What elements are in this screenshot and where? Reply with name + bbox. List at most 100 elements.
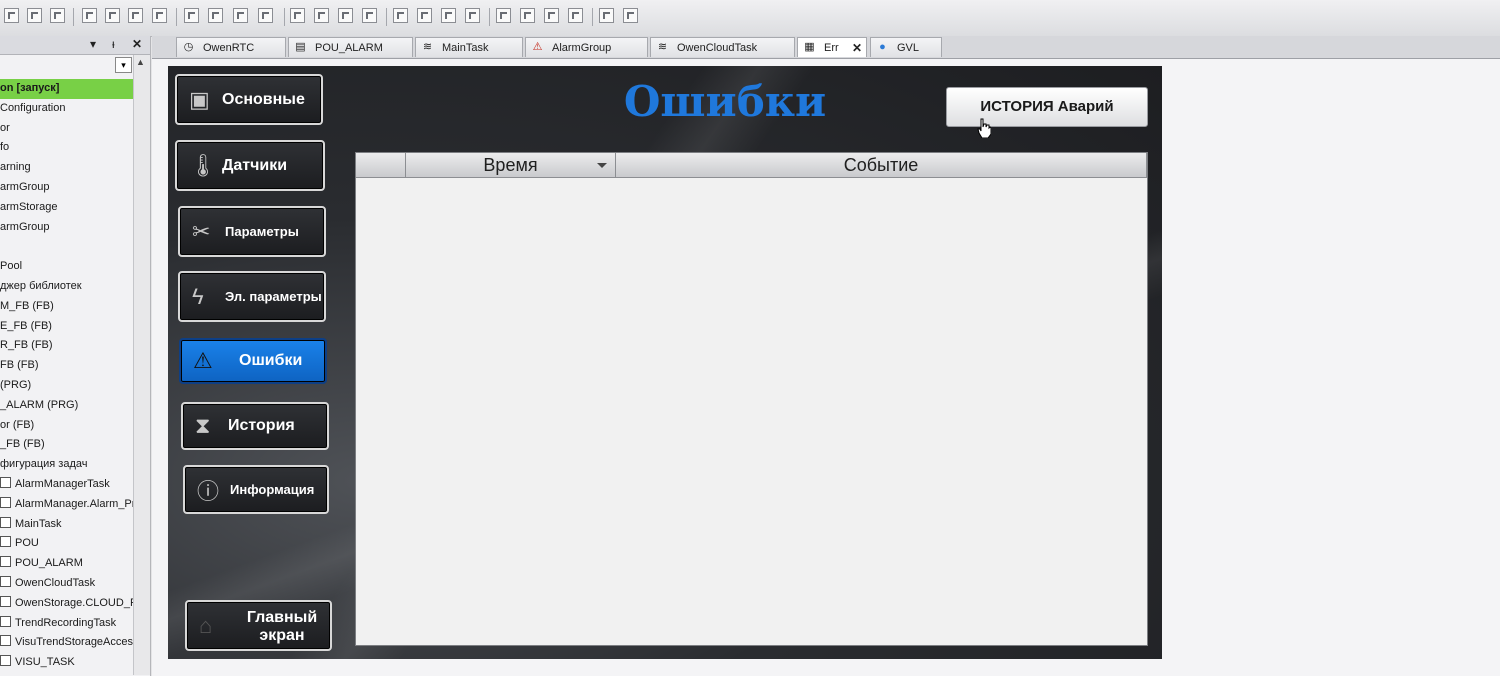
tab-label: OwenCloudTask: [677, 42, 758, 54]
table-header-cell[interactable]: [356, 153, 406, 178]
bring-forward-icon[interactable]: [544, 8, 559, 23]
tree-item[interactable]: E_FB (FB): [0, 317, 133, 337]
align-bottom-icon[interactable]: [128, 8, 143, 23]
align-left-icon[interactable]: [4, 8, 19, 23]
align-middle-icon[interactable]: [105, 8, 120, 23]
tab-owencloudtask[interactable]: ≋ OwenCloudTask: [650, 37, 795, 57]
tree-item[interactable]: or: [0, 119, 133, 139]
tree-item[interactable]: _ALARM (PRG): [0, 396, 133, 416]
tab-maintask[interactable]: ≋ MainTask: [415, 37, 523, 57]
toolbar-separator: [386, 8, 387, 26]
tree-item-label: VisuTrendStorageAccess: [15, 636, 133, 649]
tree-item[interactable]: armGroup: [0, 178, 133, 198]
panel-menu-icon[interactable]: ▾: [90, 37, 96, 51]
tree-item[interactable]: TrendRecordingTask: [0, 614, 133, 634]
tree-item[interactable]: fo: [0, 138, 133, 158]
distribute-v3-icon[interactable]: [338, 8, 353, 23]
same-height-icon[interactable]: [417, 8, 432, 23]
nav-button[interactable]: ✂ Параметры: [178, 206, 326, 257]
home-screen-button[interactable]: ⌂ Главный экран: [185, 600, 332, 651]
distribute-v2-icon[interactable]: [314, 8, 329, 23]
tree-item[interactable]: Pool: [0, 257, 133, 277]
group-icon[interactable]: [152, 8, 167, 23]
tree-item[interactable]: FB (FB): [0, 356, 133, 376]
align-right-icon[interactable]: [50, 8, 65, 23]
panel-scrollbar[interactable]: ▲: [133, 55, 150, 675]
tree-item[interactable]: arning: [0, 158, 133, 178]
tree-item[interactable]: фигурация задач: [0, 455, 133, 475]
close-icon[interactable]: ✕: [132, 37, 142, 51]
same-size-icon[interactable]: [441, 8, 456, 23]
toolbar-separator: [284, 8, 285, 26]
lightning-icon: ϟ: [192, 283, 204, 309]
align-top-icon[interactable]: [82, 8, 97, 23]
tree-item-label: fo: [0, 141, 10, 154]
tree-item[interactable]: armStorage: [0, 198, 133, 218]
tree-item[interactable]: AlarmManager.Alarm_Prg: [0, 495, 133, 515]
task-icon: [0, 476, 11, 488]
tree-item[interactable]: MainTask: [0, 515, 133, 535]
editor-tabs: ◷ OwenRTC ▤ POU_ALARM ≋ MainTask ⚠ AlarmGroup ≋ O…: [152, 36, 1500, 59]
nav-button-label: История: [228, 417, 295, 434]
distribute-h-icon[interactable]: [184, 8, 199, 23]
fit-icon[interactable]: [465, 8, 480, 23]
tree-item[interactable]: Configuration: [0, 99, 133, 119]
distribute-h2-icon[interactable]: [208, 8, 223, 23]
tree-item[interactable]: POU_ALARM: [0, 554, 133, 574]
select-all-icon[interactable]: [623, 8, 638, 23]
nav-button[interactable]: ⚠ Ошибки: [179, 338, 327, 384]
tree-item[interactable]: VISU_TASK: [0, 653, 133, 673]
distribute-h4-icon[interactable]: [258, 8, 273, 23]
align-center-icon[interactable]: [27, 8, 42, 23]
close-tab-icon[interactable]: ✕: [852, 38, 862, 58]
alarm-table[interactable]: Время Событие: [355, 152, 1148, 646]
task-icon: [0, 556, 11, 568]
column-event[interactable]: Событие: [616, 153, 1147, 178]
tree-item[interactable]: OwenStorage.CLOUD_PR: [0, 594, 133, 614]
tree-item[interactable]: POU: [0, 534, 133, 554]
select-icon[interactable]: [599, 8, 614, 23]
tree-item[interactable]: R_FB (FB): [0, 336, 133, 356]
same-width-icon[interactable]: [393, 8, 408, 23]
tree-item[interactable]: джер библиотек: [0, 277, 133, 297]
tree-item[interactable]: OwenCloudTask: [0, 574, 133, 594]
nav-button[interactable]: ⓘ Информация: [183, 465, 329, 514]
task-icon: [0, 615, 11, 627]
tree-item-label: Configuration: [0, 101, 66, 114]
nav-button[interactable]: ⧗ История: [181, 402, 329, 450]
bring-front-icon[interactable]: [496, 8, 511, 23]
tab-err[interactable]: ▦ Err ✕: [797, 37, 867, 57]
tree-item[interactable]: AlarmManagerTask: [0, 475, 133, 495]
tree-item[interactable]: (PRG): [0, 376, 133, 396]
nav-button[interactable]: ϟ Эл. параметры: [178, 271, 326, 322]
tab-alarmgroup[interactable]: ⚠ AlarmGroup: [525, 37, 648, 57]
warning-icon: ⚠: [193, 348, 213, 373]
tab-pou-alarm[interactable]: ▤ POU_ALARM: [288, 37, 413, 57]
toolbar: [0, 0, 1500, 37]
tree-item-label: _FB (FB): [0, 438, 45, 451]
nav-button-label: Датчики: [222, 156, 288, 174]
tree-item[interactable]: armGroup: [0, 218, 133, 238]
tree-item[interactable]: M_FB (FB): [0, 297, 133, 317]
tree-item-label: arning: [0, 161, 31, 174]
tab-gvl[interactable]: ● GVL: [870, 37, 942, 57]
nav-button[interactable]: ▣ Основные: [175, 74, 323, 125]
sort-arrow-icon[interactable]: [597, 163, 607, 168]
send-back-icon[interactable]: [520, 8, 535, 23]
distribute-v4-icon[interactable]: [362, 8, 377, 23]
thermometer-icon: 🌡: [189, 152, 217, 178]
distribute-h3-icon[interactable]: [233, 8, 248, 23]
distribute-v-icon[interactable]: [290, 8, 305, 23]
pin-icon[interactable]: ᵻ: [112, 37, 115, 51]
filter-dropdown[interactable]: ▾: [115, 57, 132, 73]
tree-item[interactable]: or (FB): [0, 416, 133, 436]
tree-item[interactable]: [0, 237, 133, 257]
tab-owenrtc[interactable]: ◷ OwenRTC: [176, 37, 286, 57]
nav-button[interactable]: 🌡 Датчики: [175, 140, 325, 191]
scroll-up-icon[interactable]: ▲: [136, 57, 145, 67]
tree-item[interactable]: on [запуск]: [0, 79, 133, 99]
column-time[interactable]: Время: [406, 153, 616, 178]
send-backward-icon[interactable]: [568, 8, 583, 23]
tree-item[interactable]: _FB (FB): [0, 435, 133, 455]
tree-item[interactable]: VisuTrendStorageAccess: [0, 633, 133, 653]
